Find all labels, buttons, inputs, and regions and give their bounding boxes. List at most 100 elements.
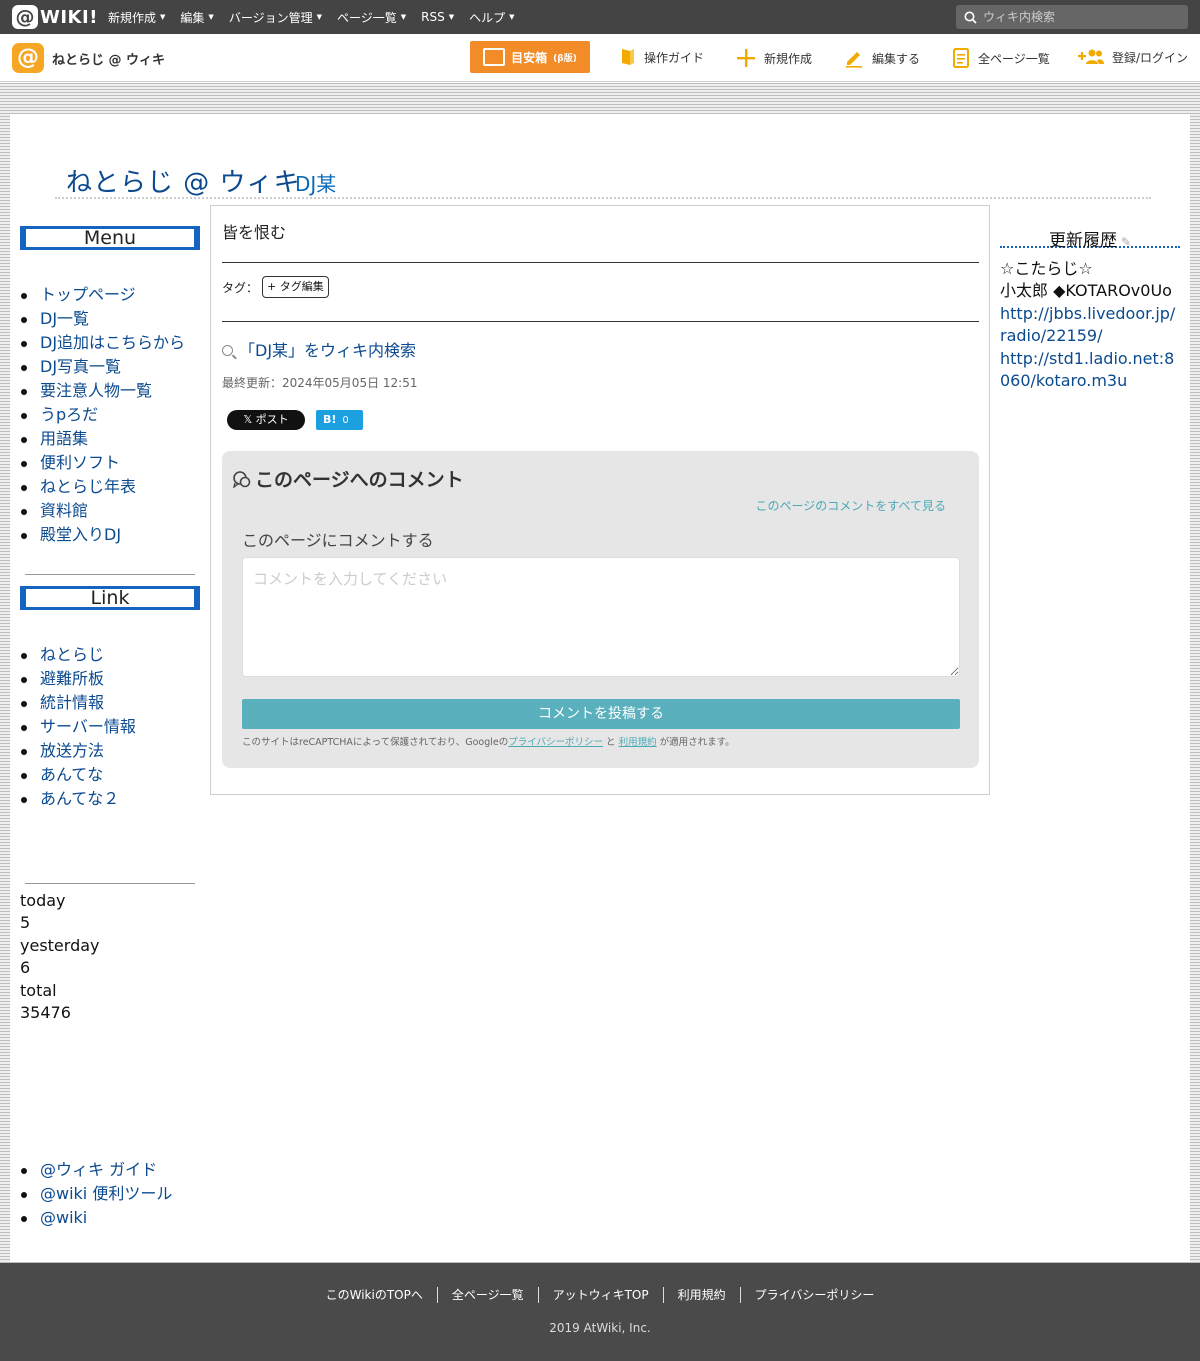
sidebar-link[interactable]: DJ追加はこちらから — [40, 333, 185, 352]
atwiki-logo[interactable]: @ WIKI! — [12, 5, 98, 29]
sidebar-item-archive: 資料館 — [20, 499, 185, 523]
comment-textarea[interactable] — [242, 557, 960, 677]
atwiki-link[interactable]: @wiki — [40, 1208, 87, 1227]
yesterday-label: yesterday — [20, 935, 100, 955]
hatena-bookmark-button[interactable]: B! 0 — [316, 410, 363, 430]
sidebar-link[interactable]: DJ一覧 — [40, 309, 89, 328]
sidebar-item-dj-photos: DJ写真一覧 — [20, 355, 185, 379]
sidebar-link[interactable]: うpろだ — [40, 405, 98, 424]
inbox-icon — [483, 48, 506, 66]
login-button[interactable]: 登録/ログイン — [1078, 48, 1188, 66]
sidebar-item-dj-add: DJ追加はこちらから — [20, 331, 185, 355]
atwiki-tools-item: @wiki 便利ツール — [20, 1182, 172, 1206]
link-item-refuge-board: 避難所板 — [20, 667, 136, 691]
sidebar-link[interactable]: あんてな — [40, 765, 103, 784]
sidebar-link[interactable]: 資料館 — [40, 501, 88, 520]
login-label: 登録/ログイン — [1112, 50, 1189, 65]
menu-rss[interactable]: RSS ▼ — [421, 10, 454, 24]
footer-link-wiki-top[interactable]: このWikiのTOPへ — [312, 1287, 437, 1303]
history-link[interactable]: http://std1.ladio.net:8060/kotaro.m3u — [1000, 348, 1180, 393]
sidebar-link[interactable]: サーバー情報 — [40, 717, 136, 736]
privacy-policy-link[interactable]: プライバシーポリシー — [508, 737, 603, 748]
tag-label: タグ： — [222, 281, 259, 295]
search-icon — [222, 345, 233, 356]
sidebar-link[interactable]: ねとらじ年表 — [40, 477, 136, 496]
total-value: 35476 — [20, 1003, 71, 1023]
recaptcha-note-prefix: このサイトはreCAPTCHAによって保護されており、Googleの — [242, 737, 509, 748]
sidebar-link[interactable]: 要注意人物一覧 — [40, 381, 152, 400]
history-link[interactable]: http://jbbs.livedoor.jp/radio/22159/ — [1000, 303, 1180, 348]
copyright: 2019 AtWiki, Inc. — [549, 1321, 651, 1335]
sidebar-link[interactable]: あんてな２ — [40, 789, 119, 808]
hatena-icon: B! — [323, 413, 337, 426]
menu-edit[interactable]: 編集 ▼ — [180, 9, 213, 26]
x-post-button[interactable]: 𝕏 ポスト — [227, 410, 305, 430]
sidebar-link[interactable]: ねとらじ — [40, 645, 104, 664]
site-brand[interactable]: @ ねとらじ @ ウィキ — [12, 43, 165, 73]
sidebar-link[interactable]: 殿堂入りDJ — [40, 525, 121, 544]
search-icon[interactable] — [964, 11, 977, 24]
edit-pencil-icon[interactable]: ✎ — [1121, 235, 1131, 249]
history-line: 小太郎 ◆KOTAROv0Uo — [1000, 281, 1172, 301]
sidebar-item-dj-list: DJ一覧 — [20, 307, 185, 331]
menu-version[interactable]: バージョン管理 ▼ — [229, 9, 322, 26]
last-modified: 最終更新：2024年05月05日 12:51 — [222, 376, 418, 390]
sidebar-link[interactable]: 用語集 — [40, 429, 88, 448]
wiki-search-input[interactable] — [983, 10, 1173, 24]
sidebar-link[interactable]: 便利ソフト — [40, 453, 120, 472]
guide-button[interactable]: 操作ガイド — [620, 48, 704, 66]
menu-page-list[interactable]: ページ一覧 ▼ — [337, 9, 406, 26]
link-item-antenna-2: あんてな２ — [20, 787, 136, 811]
sidebar-link[interactable]: 避難所板 — [40, 669, 104, 688]
title-divider — [55, 197, 1151, 199]
caret-down-icon: ▼ — [448, 13, 455, 21]
footer: このWikiのTOPへ 全ページ一覧 アットウィキTOP 利用規約 プライバシー… — [0, 1263, 1200, 1361]
sidebar-item-uploader: うpろだ — [20, 403, 185, 427]
comment-bubbles-icon — [233, 470, 251, 488]
logo-text: WIKI! — [40, 6, 98, 28]
footer-link-privacy[interactable]: プライバシーポリシー — [739, 1287, 889, 1303]
suggestion-box-label: 目安箱 — [511, 50, 548, 65]
access-counter: today 5 yesterday 6 total 35476 — [20, 890, 100, 1024]
sidebar-link[interactable]: DJ写真一覧 — [40, 357, 121, 376]
terms-link[interactable]: 利用規約 — [619, 737, 657, 748]
atwiki-tools-link[interactable]: @wiki 便利ツール — [40, 1184, 172, 1203]
menu-heading: Menu — [20, 226, 200, 250]
global-menu: 新規作成 ▼ 編集 ▼ バージョン管理 ▼ ページ一覧 ▼ RSS ▼ ヘルプ ▼ — [108, 0, 515, 34]
update-history-body: ☆こたらじ☆ 小太郎 ◆KOTAROv0Uo http://jbbs.lived… — [1000, 258, 1180, 392]
menu-new[interactable]: 新規作成 ▼ — [108, 9, 165, 26]
sidebar-divider — [25, 574, 195, 575]
update-history-heading: 更新履歴 ✎ — [1000, 226, 1180, 251]
page-title[interactable]: DJ某 — [295, 168, 336, 197]
link-heading: Link — [20, 586, 200, 610]
new-page-button[interactable]: 新規作成 — [736, 48, 812, 68]
comment-title-text: このページへのコメント — [255, 469, 464, 491]
suggestion-box-button[interactable]: 目安箱 (β版) — [470, 41, 590, 73]
menu-label: 新規作成 — [108, 10, 157, 25]
edit-page-button[interactable]: 編集する — [844, 48, 920, 68]
wiki-title[interactable]: ねとらじ @ ウィキ — [66, 162, 301, 199]
footer-links: このWikiのTOPへ 全ページ一覧 アットウィキTOP 利用規約 プライバシー… — [0, 1287, 1200, 1303]
all-pages-label: 全ページ一覧 — [978, 51, 1050, 66]
comment-lead: このページにコメントする — [242, 531, 434, 550]
main-content: 皆を恨む タグ： + タグ編集 「DJ某」をウィキ内検索 最終更新：2024年0… — [210, 205, 990, 795]
sidebar-link[interactable]: トップページ — [40, 285, 136, 304]
atwiki-guide-link[interactable]: @ウィキ ガイド — [40, 1160, 157, 1179]
menu-help[interactable]: ヘルプ ▼ — [469, 9, 514, 26]
footer-link-all-pages[interactable]: 全ページ一覧 — [436, 1287, 538, 1303]
footer-link-terms[interactable]: 利用規約 — [662, 1287, 740, 1303]
tag-edit-button[interactable]: + タグ編集 — [262, 276, 329, 298]
comment-section: このページへのコメント このページのコメントをすべて見る このページにコメントす… — [222, 451, 979, 768]
view-all-comments-link[interactable]: このページのコメントをすべて見る — [756, 497, 946, 514]
site-logo-icon: @ — [12, 43, 44, 73]
sidebar-link[interactable]: 放送方法 — [40, 741, 104, 760]
sidebar-item-top: トップページ — [20, 283, 185, 307]
footer-link-atwiki-top[interactable]: アットウィキTOP — [537, 1287, 663, 1303]
link-item-server: サーバー情報 — [20, 715, 136, 739]
comment-submit-button[interactable]: コメントを投稿する — [242, 699, 960, 729]
all-pages-button[interactable]: 全ページ一覧 — [952, 48, 1050, 68]
page-body-text: 皆を恨む — [222, 223, 287, 242]
sidebar-link[interactable]: 統計情報 — [40, 693, 104, 712]
pencil-icon — [846, 52, 862, 68]
wiki-search-link[interactable]: 「DJ某」をウィキ内検索 — [222, 337, 416, 361]
